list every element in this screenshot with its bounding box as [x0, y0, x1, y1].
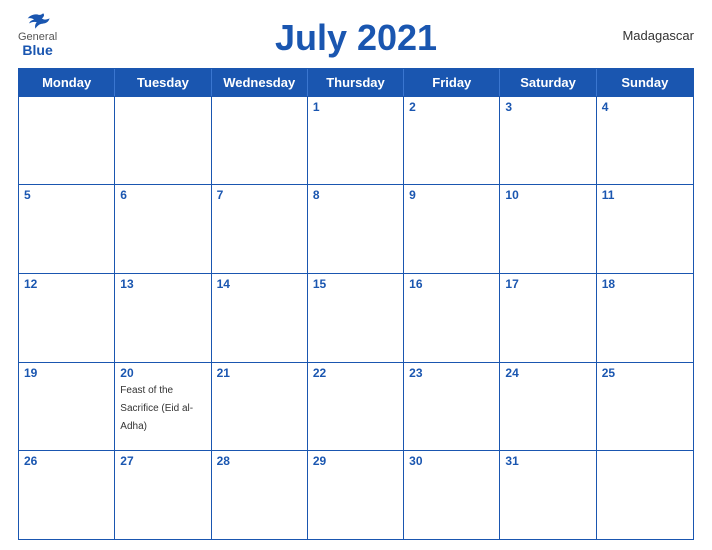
day-cell-23: 23: [404, 363, 500, 451]
day-cell-9: 9: [404, 185, 500, 273]
day-cell-30: 30: [404, 451, 500, 539]
header-thursday: Thursday: [308, 69, 404, 96]
week-row-3: 12 13 14 15 16 17 18: [19, 273, 693, 362]
header-sunday: Sunday: [597, 69, 693, 96]
week-row-5: 26 27 28 29 30 31: [19, 450, 693, 539]
day-cell-21: 21: [212, 363, 308, 451]
logo-blue: Blue: [22, 43, 52, 58]
day-cell-empty: [212, 97, 308, 185]
calendar-header: General Blue July 2021 Madagascar: [18, 10, 694, 60]
day-cell-19: 19: [19, 363, 115, 451]
day-cell-10: 10: [500, 185, 596, 273]
day-cell-2: 2: [404, 97, 500, 185]
day-cell-15: 15: [308, 274, 404, 362]
day-cell-1: 1: [308, 97, 404, 185]
calendar-title: July 2021: [275, 18, 437, 58]
header-monday: Monday: [19, 69, 115, 96]
day-cell-14: 14: [212, 274, 308, 362]
weeks-container: 1 2 3 4 5 6 7 8 9 10 11 12 13 14 15 16: [19, 96, 693, 539]
day-cell-empty: [597, 451, 693, 539]
day-cell-17: 17: [500, 274, 596, 362]
day-cell-25: 25: [597, 363, 693, 451]
day-cell-8: 8: [308, 185, 404, 273]
day-cell-empty: [19, 97, 115, 185]
day-headers-row: Monday Tuesday Wednesday Thursday Friday…: [19, 69, 693, 96]
header-tuesday: Tuesday: [115, 69, 211, 96]
country-label: Madagascar: [622, 28, 694, 43]
day-cell-24: 24: [500, 363, 596, 451]
day-cell-26: 26: [19, 451, 115, 539]
header-saturday: Saturday: [500, 69, 596, 96]
logo: General Blue: [18, 12, 57, 58]
header-wednesday: Wednesday: [212, 69, 308, 96]
day-cell-22: 22: [308, 363, 404, 451]
day-cell-6: 6: [115, 185, 211, 273]
day-cell-29: 29: [308, 451, 404, 539]
day-cell-27: 27: [115, 451, 211, 539]
calendar-container: General Blue July 2021 Madagascar Monday…: [0, 0, 712, 550]
day-cell-18: 18: [597, 274, 693, 362]
week-row-1: 1 2 3 4: [19, 96, 693, 185]
week-row-4: 19 20 Feast of the Sacrifice (Eid al-Adh…: [19, 362, 693, 451]
day-cell-13: 13: [115, 274, 211, 362]
day-cell-5: 5: [19, 185, 115, 273]
header-friday: Friday: [404, 69, 500, 96]
day-cell-7: 7: [212, 185, 308, 273]
logo-bird-icon: [24, 12, 52, 30]
day-cell-20: 20 Feast of the Sacrifice (Eid al-Adha): [115, 363, 211, 451]
event-eid-al-adha: Feast of the Sacrifice (Eid al-Adha): [120, 385, 193, 432]
calendar-grid: Monday Tuesday Wednesday Thursday Friday…: [18, 68, 694, 540]
day-cell-11: 11: [597, 185, 693, 273]
day-cell-28: 28: [212, 451, 308, 539]
day-cell-12: 12: [19, 274, 115, 362]
week-row-2: 5 6 7 8 9 10 11: [19, 184, 693, 273]
day-cell-empty: [115, 97, 211, 185]
day-cell-4: 4: [597, 97, 693, 185]
day-cell-31: 31: [500, 451, 596, 539]
day-cell-16: 16: [404, 274, 500, 362]
day-cell-3: 3: [500, 97, 596, 185]
